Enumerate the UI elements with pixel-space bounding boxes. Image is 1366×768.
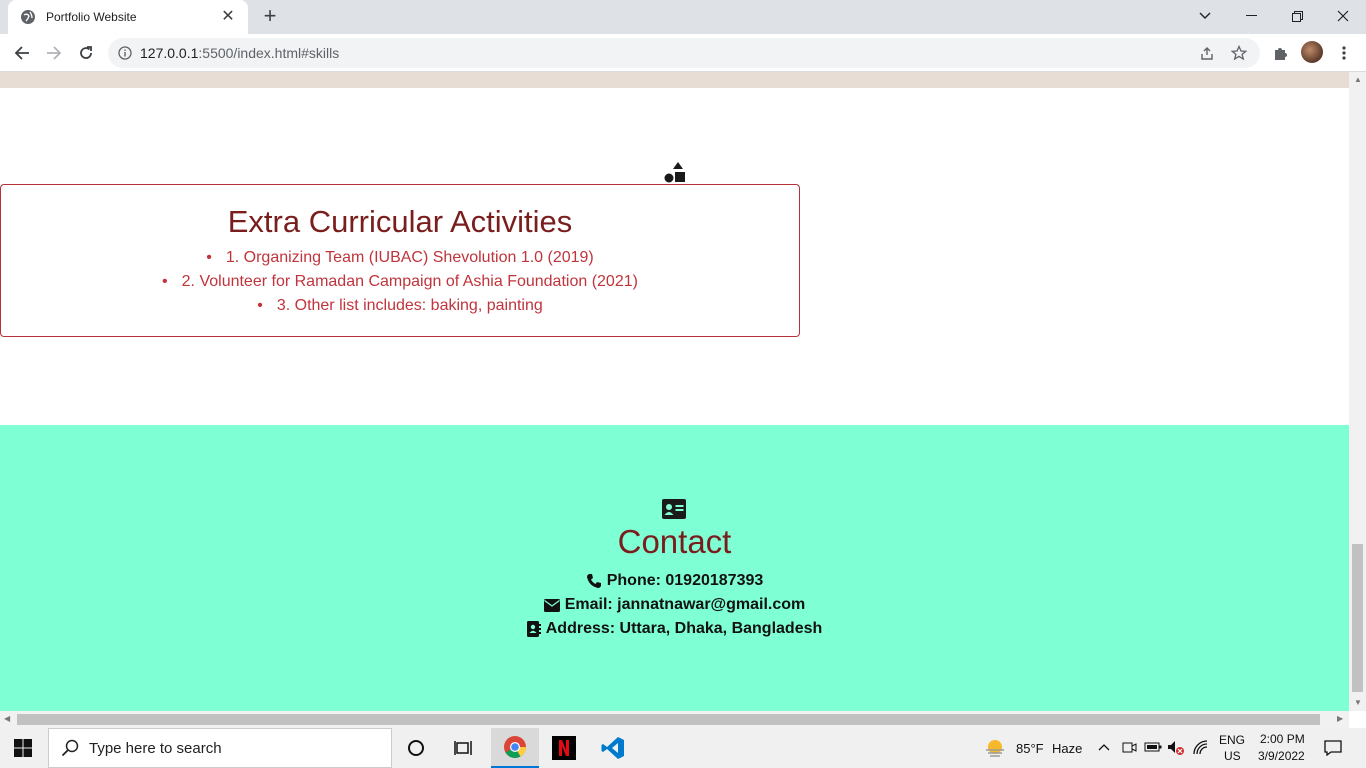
bookmark-star-icon[interactable] [1230, 44, 1248, 62]
tab-title: Portfolio Website [46, 10, 137, 24]
meet-now-icon[interactable] [1121, 740, 1137, 756]
scroll-left-arrow-icon[interactable]: ◀ [4, 714, 10, 723]
vertical-scrollbar[interactable]: ▲ ▼ [1349, 72, 1366, 711]
netflix-icon[interactable] [540, 728, 588, 768]
phone-icon [586, 574, 601, 588]
forward-button[interactable] [40, 39, 68, 67]
windows-taskbar: Type here to search 85°F Haze ENG US 2:0… [0, 728, 1366, 768]
restore-button[interactable] [1274, 0, 1320, 32]
back-button[interactable] [8, 39, 36, 67]
url-text: 127.0.0.1:5500/index.html#skills [140, 45, 340, 61]
clock-time[interactable]: 2:00 PM [1260, 732, 1305, 746]
list-item: 1. Organizing Team (IUBAC) Shevolution 1… [1, 246, 799, 270]
close-window-button[interactable] [1320, 0, 1366, 32]
envelope-icon [543, 598, 560, 612]
language-code[interactable]: ENG [1219, 733, 1245, 747]
reload-button[interactable] [72, 39, 100, 67]
list-item: 3. Other list includes: baking, painting [1, 294, 799, 318]
extensions-puzzle-icon[interactable] [1266, 39, 1294, 67]
minimize-button[interactable] [1228, 0, 1274, 32]
address-book-icon [526, 621, 541, 637]
volume-muted-icon[interactable] [1167, 740, 1185, 756]
address-bar[interactable]: 127.0.0.1:5500/index.html#skills [108, 38, 1260, 68]
contact-section: Contact Phone: 01920187393 Email: jannat… [0, 425, 1349, 711]
cortana-icon[interactable] [392, 728, 440, 768]
extra-curricular-title: Extra Curricular Activities [227, 204, 573, 239]
weather-temp: 85°F [1016, 741, 1044, 756]
section-top-band [0, 72, 1349, 88]
weather-haze-icon[interactable] [984, 738, 1006, 758]
chevron-up-icon[interactable] [1098, 743, 1110, 751]
extra-curricular-card: Extra Curricular Activities 1. Organizin… [0, 184, 800, 337]
contact-email: Email: jannatnawar@gmail.com [0, 593, 1349, 617]
address-card-icon [662, 499, 686, 519]
contact-title: Contact [617, 523, 732, 560]
chrome-menu-icon[interactable] [1330, 39, 1358, 67]
chrome-taskbar-icon[interactable] [491, 728, 539, 768]
language-region[interactable]: US [1224, 749, 1241, 763]
vscode-icon[interactable] [589, 728, 637, 768]
notifications-icon[interactable] [1324, 740, 1342, 756]
tab-close-icon[interactable]: ✕ [218, 7, 238, 27]
list-item: 2. Volunteer for Ramadan Campaign of Ash… [1, 270, 799, 294]
task-view-icon[interactable] [440, 728, 488, 768]
shapes-icon [664, 162, 685, 183]
taskbar-search-box[interactable]: Type here to search [48, 728, 392, 768]
tab-search-chevron-icon[interactable] [1182, 0, 1228, 32]
windows-start-icon[interactable] [14, 739, 32, 757]
scroll-up-arrow-icon[interactable]: ▲ [1354, 75, 1362, 84]
scroll-down-arrow-icon[interactable]: ▼ [1354, 698, 1362, 707]
browser-tab[interactable]: Portfolio Website ✕ [8, 0, 248, 34]
horizontal-scrollbar[interactable]: ◀ ▶ [0, 711, 1349, 728]
horizontal-scroll-thumb[interactable] [17, 714, 1320, 725]
weather-desc: Haze [1052, 741, 1083, 756]
browser-toolbar: 127.0.0.1:5500/index.html#skills [0, 34, 1366, 72]
page-viewport: Extra Curricular Activities 1. Organizin… [0, 72, 1349, 711]
extra-curricular-list: 1. Organizing Team (IUBAC) Shevolution 1… [1, 246, 799, 318]
contact-address: Address: Uttara, Dhaka, Bangladesh [0, 617, 1349, 641]
vertical-scroll-thumb[interactable] [1352, 544, 1363, 692]
new-tab-button[interactable]: + [258, 5, 282, 29]
contact-phone: Phone: 01920187393 [0, 569, 1349, 593]
info-icon[interactable] [118, 46, 132, 60]
search-placeholder: Type here to search [89, 739, 222, 757]
battery-icon[interactable] [1144, 741, 1162, 753]
globe-icon [21, 10, 35, 24]
wifi-icon[interactable] [1193, 740, 1209, 756]
scroll-right-arrow-icon[interactable]: ▶ [1337, 714, 1343, 723]
share-icon[interactable] [1198, 44, 1216, 62]
clock-date[interactable]: 3/9/2022 [1258, 749, 1305, 763]
search-icon [61, 739, 79, 757]
tab-strip: Portfolio Website ✕ + [0, 0, 1366, 34]
profile-avatar[interactable] [1301, 41, 1323, 63]
